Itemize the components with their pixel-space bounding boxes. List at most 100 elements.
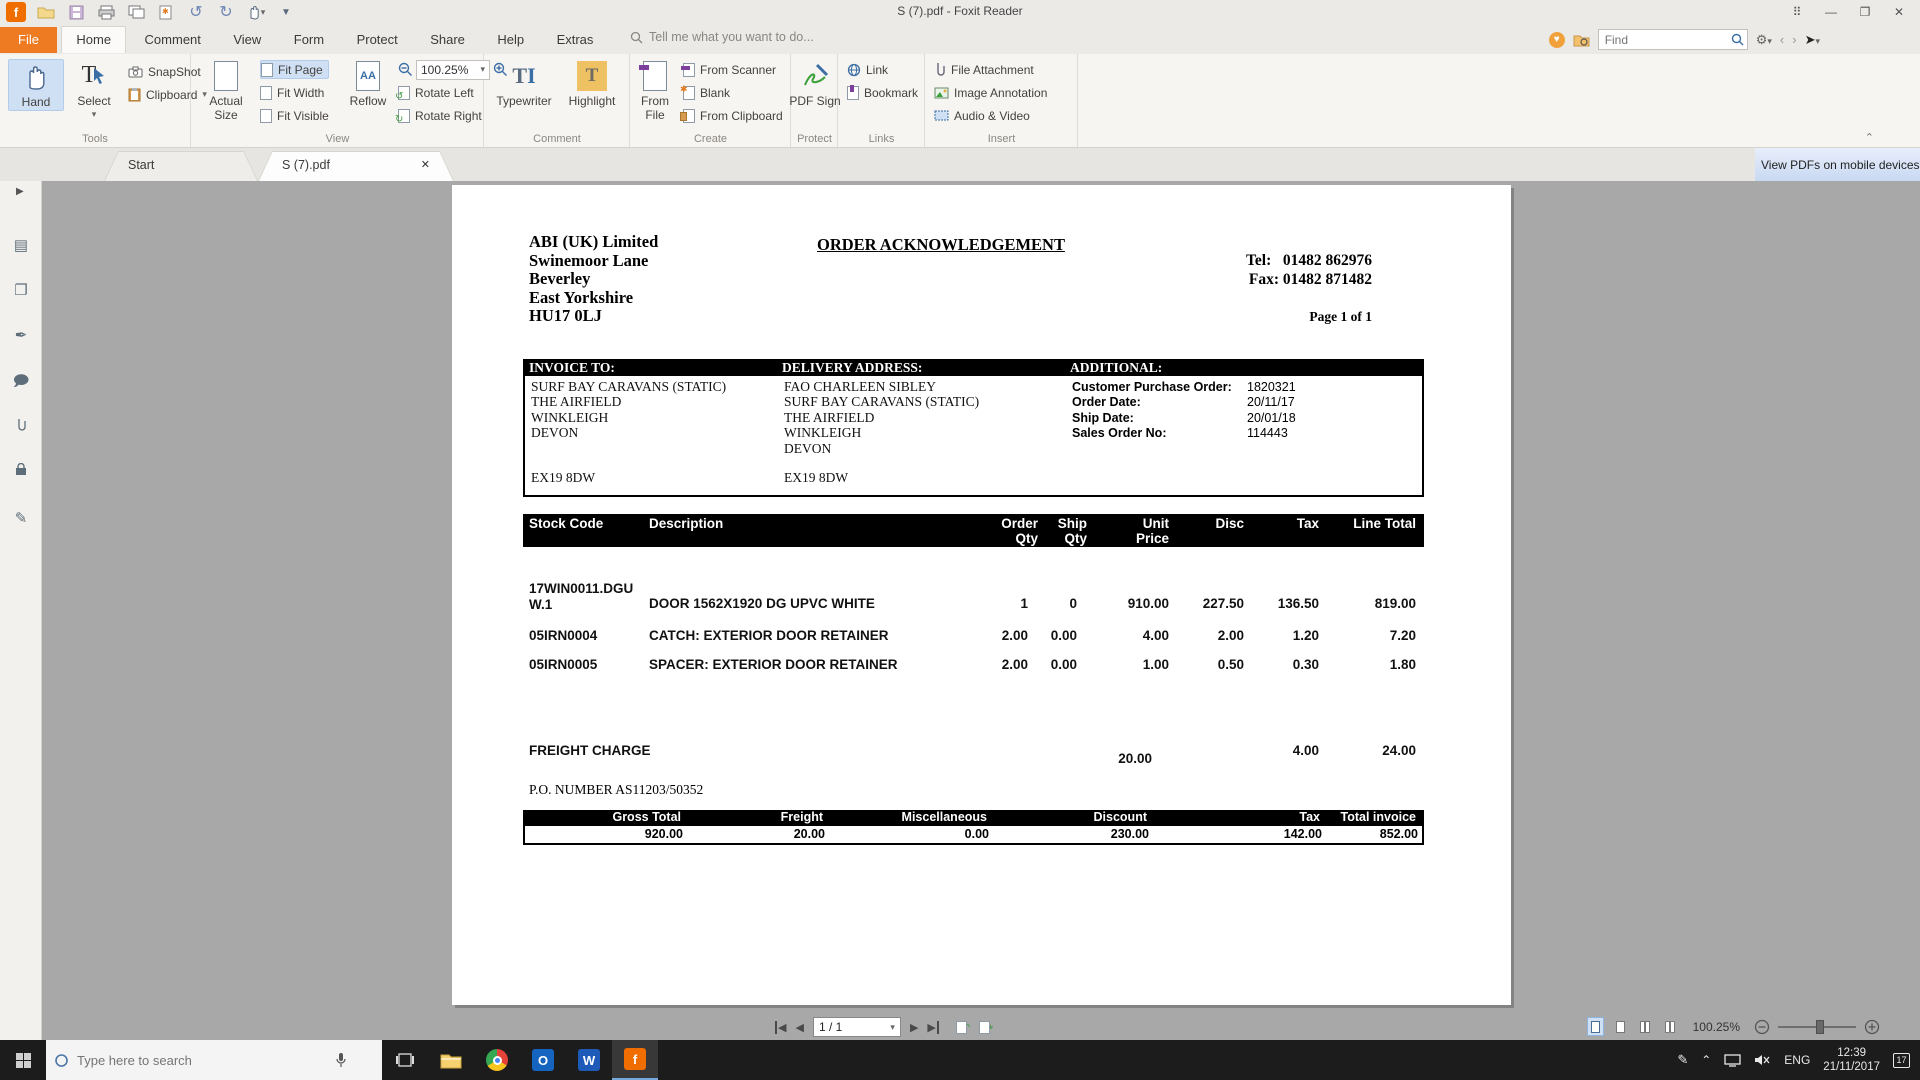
reflow-button[interactable]: AA Reflow bbox=[340, 59, 396, 109]
file-explorer-icon[interactable] bbox=[428, 1040, 474, 1080]
rotate-left-button[interactable]: ↺ Rotate Left bbox=[398, 83, 474, 102]
hand-button[interactable]: Hand bbox=[8, 59, 64, 111]
file-attachment-button[interactable]: File Attachment bbox=[934, 60, 1034, 79]
next-page-icon[interactable]: ▶ bbox=[910, 1021, 918, 1034]
collapse-ribbon-icon[interactable]: ⌃ bbox=[1865, 131, 1874, 144]
snapshot-button[interactable]: SnapShot bbox=[128, 62, 201, 81]
taskbar-search[interactable] bbox=[46, 1040, 382, 1080]
previous-view-icon[interactable]: ↶ bbox=[956, 1021, 970, 1034]
heart-icon[interactable]: ♥ bbox=[1549, 32, 1565, 48]
menu-tab-extras[interactable]: Extras bbox=[543, 27, 608, 53]
continuous-view-icon[interactable] bbox=[1612, 1017, 1629, 1036]
task-view-icon[interactable] bbox=[382, 1040, 428, 1080]
minimize-icon[interactable]: — bbox=[1814, 0, 1848, 24]
signature-panel-icon[interactable]: ✎ bbox=[0, 509, 42, 527]
menu-tab-protect[interactable]: Protect bbox=[343, 27, 412, 53]
start-button[interactable] bbox=[0, 1040, 46, 1080]
from-file-icon bbox=[633, 59, 677, 93]
close-tab-icon[interactable]: ✕ bbox=[421, 158, 430, 171]
blank-button[interactable]: ✱ Blank bbox=[683, 83, 730, 102]
pen-tray-icon[interactable]: ✎ bbox=[1677, 1052, 1688, 1068]
rotate-right-button[interactable]: ↻ Rotate Right bbox=[398, 106, 482, 125]
word-icon[interactable]: W bbox=[566, 1040, 612, 1080]
search-folder-icon[interactable] bbox=[1573, 33, 1590, 47]
pdf-sign-button[interactable]: PDF Sign bbox=[787, 59, 843, 109]
selection-hand-icon[interactable]: ➤▾ bbox=[1805, 32, 1820, 48]
security-panel-icon[interactable] bbox=[0, 463, 42, 480]
comments-panel-icon[interactable]: 🗩 bbox=[0, 371, 42, 396]
find-magnifier-icon[interactable] bbox=[1731, 33, 1744, 46]
close-icon[interactable]: ✕ bbox=[1882, 0, 1916, 24]
mobile-banner[interactable]: View PDFs on mobile devices bbox=[1755, 148, 1920, 181]
restore-icon[interactable]: ❐ bbox=[1848, 0, 1882, 24]
bookmark-icon bbox=[847, 86, 859, 100]
from-file-button[interactable]: From File bbox=[633, 59, 677, 123]
page-indicator[interactable]: 1 / 1▾ bbox=[813, 1017, 901, 1037]
pages-icon[interactable]: ❐ bbox=[0, 281, 42, 299]
chrome-icon[interactable] bbox=[474, 1040, 520, 1080]
menu-tab-file[interactable]: File bbox=[0, 27, 57, 53]
find-settings-gear-icon[interactable]: ⚙▾ bbox=[1756, 32, 1772, 48]
from-scanner-button[interactable]: From Scanner bbox=[683, 60, 776, 79]
volume-muted-icon[interactable] bbox=[1754, 1053, 1771, 1067]
menu-tab-form[interactable]: Form bbox=[280, 27, 338, 53]
attachments-panel-icon[interactable] bbox=[0, 417, 42, 435]
zoom-slider[interactable] bbox=[1778, 1026, 1856, 1028]
page-navigation-bar: ◀ ◀ 1 / 1▾ ▶ ▶ ↶ ↷ bbox=[775, 1017, 993, 1037]
microphone-icon[interactable] bbox=[335, 1052, 347, 1068]
language-indicator[interactable]: ENG bbox=[1784, 1053, 1810, 1067]
highlight-button[interactable]: T Highlight bbox=[561, 59, 623, 109]
menu-tab-comment[interactable]: Comment bbox=[131, 27, 215, 53]
bookmark-button[interactable]: Bookmark bbox=[847, 83, 918, 102]
actual-size-button[interactable]: Actual Size bbox=[198, 59, 254, 123]
foxit-taskbar-icon[interactable]: f bbox=[612, 1040, 658, 1080]
single-page-view-icon[interactable] bbox=[1587, 1017, 1604, 1036]
tab-start[interactable]: Start bbox=[104, 151, 258, 181]
typewriter-button[interactable]: TI Typewriter bbox=[491, 59, 557, 109]
find-previous-icon[interactable]: ‹ bbox=[1780, 32, 1784, 47]
find-next-icon[interactable]: › bbox=[1792, 32, 1796, 47]
zoom-out-circle-icon[interactable] bbox=[1754, 1019, 1770, 1035]
from-clipboard-button[interactable]: From Clipboard bbox=[683, 106, 783, 125]
menu-tab-view[interactable]: View bbox=[219, 27, 275, 53]
page-number-label: Page 1 of 1 bbox=[1152, 309, 1372, 325]
document-canvas: ▶ ▤ ❐ ✒ 🗩 ✎ ABI (UK) Limited Swinemoor L… bbox=[0, 181, 1920, 1040]
layout-grid-icon[interactable]: ⠿ bbox=[1780, 0, 1814, 24]
display-tray-icon[interactable] bbox=[1724, 1054, 1741, 1067]
clock[interactable]: 12:3921/11/2017 bbox=[1823, 1046, 1880, 1075]
menu-tab-help[interactable]: Help bbox=[483, 27, 538, 53]
zoom-out-icon[interactable] bbox=[398, 62, 413, 77]
fit-visible-button[interactable]: Fit Visible bbox=[260, 106, 329, 125]
zoom-slider-handle[interactable] bbox=[1816, 1020, 1824, 1034]
action-center-icon[interactable]: 17 bbox=[1893, 1053, 1910, 1068]
select-dropdown-caret-icon: ▾ bbox=[66, 109, 122, 119]
first-page-icon[interactable]: ◀ bbox=[775, 1021, 786, 1034]
menu-tab-share[interactable]: Share bbox=[416, 27, 479, 53]
expand-panel-icon[interactable]: ▶ bbox=[16, 186, 24, 197]
previous-page-icon[interactable]: ◀ bbox=[795, 1021, 803, 1034]
pen-icon[interactable]: ✒ bbox=[0, 326, 42, 344]
blank-page-icon: ✱ bbox=[683, 86, 695, 100]
facing-view-icon[interactable] bbox=[1637, 1017, 1654, 1036]
fit-width-button[interactable]: Fit Width bbox=[260, 83, 324, 102]
hidden-icons-chevron-icon[interactable]: ⌃ bbox=[1701, 1053, 1711, 1067]
link-button[interactable]: Link bbox=[847, 60, 888, 79]
next-view-icon[interactable]: ↷ bbox=[979, 1021, 993, 1034]
zoom-level-combobox[interactable]: 100.25%▾ bbox=[416, 60, 490, 80]
find-input[interactable] bbox=[1598, 29, 1748, 50]
taskbar-search-input[interactable] bbox=[77, 1053, 327, 1068]
items-table-header: Stock Code Description Order Qty Ship Qt… bbox=[523, 514, 1424, 547]
tab-document[interactable]: S (7).pdf ✕ bbox=[258, 151, 454, 181]
select-button[interactable]: T Select▾ bbox=[66, 59, 122, 119]
outlook-icon[interactable]: O bbox=[520, 1040, 566, 1080]
fit-page-button[interactable]: Fit Page bbox=[260, 60, 329, 79]
audio-video-button[interactable]: Audio & Video bbox=[934, 106, 1030, 125]
menu-tab-home[interactable]: Home bbox=[61, 26, 126, 53]
zoom-in-circle-icon[interactable] bbox=[1864, 1019, 1880, 1035]
image-annotation-button[interactable]: Image Annotation bbox=[934, 83, 1047, 102]
tell-me-search[interactable]: Tell me what you want to do... bbox=[630, 30, 814, 44]
book-view-icon[interactable] bbox=[1662, 1017, 1679, 1036]
image-icon bbox=[934, 87, 949, 99]
last-page-icon[interactable]: ▶ bbox=[927, 1021, 938, 1034]
page-thumbnails-icon[interactable]: ▤ bbox=[0, 236, 42, 254]
